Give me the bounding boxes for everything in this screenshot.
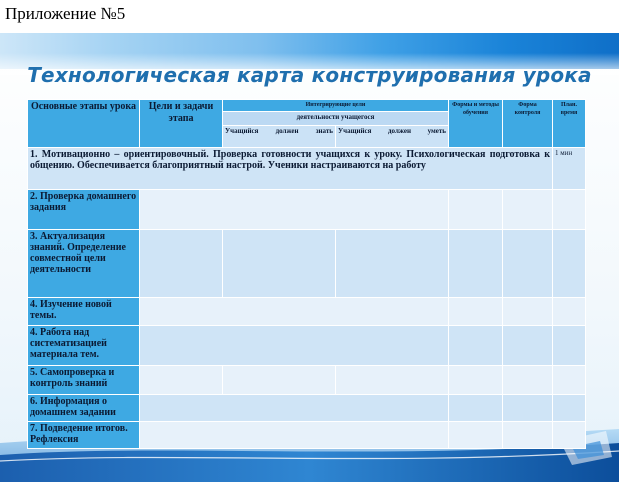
- empty-cell: [552, 229, 586, 298]
- empty-cell: [552, 297, 586, 326]
- header-time: План. время: [552, 99, 586, 148]
- table-row: 1. Мотивационно – ориентировочный. Прове…: [27, 147, 586, 190]
- stage-cell: 2. Проверка домашнего задания: [27, 189, 140, 230]
- empty-cell: [335, 229, 449, 298]
- table-row: 2. Проверка домашнего задания: [27, 189, 586, 230]
- empty-cell: [139, 229, 223, 298]
- stage-cell: 4. Изучение новой темы.: [27, 297, 140, 326]
- empty-cell: [552, 394, 586, 422]
- header-must-be-able: Учащийся должен уметь: [335, 125, 449, 148]
- empty-cell: [552, 189, 586, 230]
- stage-cell: 3. Актуализация знаний. Определение совм…: [27, 229, 140, 298]
- empty-cell: [139, 394, 449, 422]
- header-control: Форма контроля: [502, 99, 553, 148]
- stage-cell: 1. Мотивационно – ориентировочный. Прове…: [27, 147, 553, 190]
- header-goals: Цели и задачи этапа: [139, 99, 223, 148]
- stage-cell: 6. Информация о домашнем задании: [27, 394, 140, 422]
- empty-cell: [552, 325, 586, 366]
- empty-cell: [222, 365, 336, 395]
- appendix-caption: Приложение №5: [5, 4, 126, 23]
- header-forms: Формы и методы обучения: [448, 99, 503, 148]
- slide-title: Технологическая карта конструирования ур…: [27, 63, 592, 87]
- empty-cell: [448, 325, 503, 366]
- table-row: 3. Актуализация знаний. Определение совм…: [27, 229, 586, 298]
- empty-cell: [222, 229, 336, 298]
- header-student-activity: деятельности учащегося: [222, 111, 449, 126]
- empty-cell: [335, 365, 449, 395]
- empty-cell: [502, 394, 553, 422]
- stage-cell: 4. Работа над систематизацией материала …: [27, 325, 140, 366]
- table-row: 7. Подведение итогов. Рефлексия: [27, 421, 586, 449]
- empty-cell: [448, 365, 503, 395]
- empty-cell: [502, 189, 553, 230]
- empty-cell: [139, 365, 223, 395]
- lesson-plan-table: Основные этапы урока Цели и задачи этапа…: [27, 99, 586, 449]
- empty-cell: [139, 297, 449, 326]
- header-integrating-goals: Интегрирующие цели: [222, 99, 449, 112]
- header-stages: Основные этапы урока: [27, 99, 140, 148]
- table-row: 4. Изучение новой темы.: [27, 297, 586, 326]
- empty-cell: [448, 229, 503, 298]
- empty-cell: [502, 421, 553, 449]
- empty-cell: [448, 297, 503, 326]
- empty-cell: [502, 229, 553, 298]
- empty-cell: [502, 325, 553, 366]
- table-row: 5. Самопроверка и контроль знаний: [27, 365, 586, 395]
- stage-cell: 7. Подведение итогов. Рефлексия: [27, 421, 140, 449]
- slide: Технологическая карта конструирования ур…: [0, 33, 619, 482]
- empty-cell: [502, 297, 553, 326]
- empty-cell: [139, 325, 449, 366]
- table-row: 4. Работа над систематизацией материала …: [27, 325, 586, 366]
- stage-cell: 5. Самопроверка и контроль знаний: [27, 365, 140, 395]
- empty-cell: [552, 365, 586, 395]
- empty-cell: [448, 421, 503, 449]
- empty-cell: [448, 189, 503, 230]
- header-row: Основные этапы урока Цели и задачи этапа…: [27, 99, 586, 148]
- empty-cell: [139, 189, 449, 230]
- empty-cell: [552, 421, 586, 449]
- empty-cell: [139, 421, 449, 449]
- empty-cell: [502, 365, 553, 395]
- header-must-know: Учащийся должен знать: [222, 125, 336, 148]
- empty-cell: [448, 394, 503, 422]
- time-cell: 1 мин: [552, 147, 586, 190]
- table-row: 6. Информация о домашнем задании: [27, 394, 586, 422]
